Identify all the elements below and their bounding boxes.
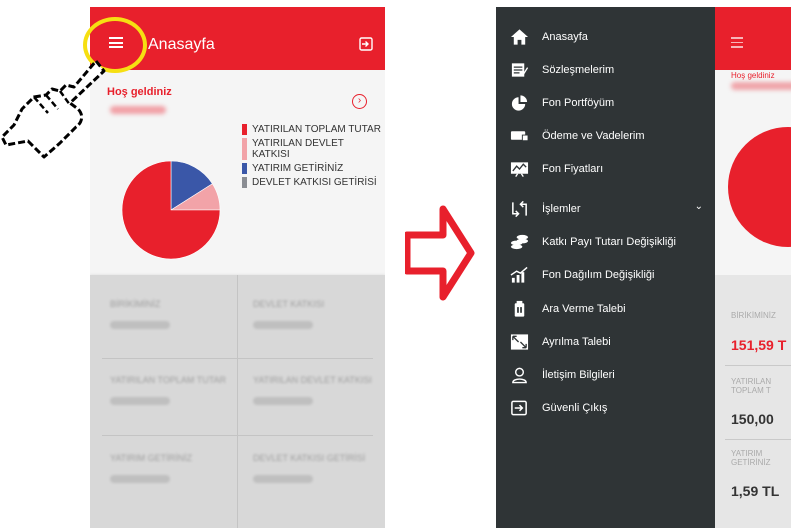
menu-label: Ara Verme Talebi xyxy=(542,303,626,315)
stat-cell: YATIRIM GETİRİNİZ xyxy=(110,453,240,483)
menu-item-katki-payi[interactable]: Katkı Payı Tutarı Değişikliği xyxy=(496,226,715,258)
menu-item-fon-portfoyum[interactable]: Fon Portföyüm xyxy=(496,87,715,119)
stat-label: BİRİKİMİNİZ xyxy=(731,311,776,320)
menu-item-guvenli-cikis[interactable]: Güvenli Çıkış xyxy=(496,392,715,424)
legend-item: YATIRILAN DEVLET KATKISI xyxy=(242,138,382,160)
legend-item: YATIRIM GETİRİNİZ xyxy=(242,163,382,174)
navigation-drawer: Anasayfa Sözleşmelerim Fon Portföyüm Öde… xyxy=(496,7,715,528)
home-icon xyxy=(510,29,529,45)
stat-label: YATIRIM GETİRİNİZ xyxy=(731,449,771,467)
leave-icon xyxy=(510,334,529,350)
menu-label: İşlemler xyxy=(542,203,581,215)
stat-cell: YATIRILAN DEVLET KATKISI xyxy=(253,375,383,405)
user-name-blurred xyxy=(731,82,791,90)
menu-label: Fon Portföyüm xyxy=(542,97,615,109)
stat-cell: YATIRILAN TOPLAM TUTAR xyxy=(110,375,240,405)
menu-item-anasayfa[interactable]: Anasayfa xyxy=(496,21,715,53)
stat-label: YATIRILAN TOPLAM T xyxy=(731,377,772,395)
menu-label: Fon Dağılım Değişikliği xyxy=(542,269,655,281)
menu-item-ara-verme[interactable]: Ara Verme Talebi xyxy=(496,293,715,325)
chevron-down-icon[interactable]: ⌄ xyxy=(695,201,703,212)
stat-cell: BİRİKİMİNİZ xyxy=(110,299,240,329)
logout-icon xyxy=(511,400,527,416)
legend-swatch xyxy=(242,138,247,160)
menu-label: Fon Fiyatları xyxy=(542,163,604,175)
stat-cell: DEVLET KATKISI xyxy=(253,299,383,329)
coins-icon xyxy=(510,234,529,250)
distribution-icon xyxy=(510,266,528,283)
top-app-bar xyxy=(715,7,791,70)
legend-swatch xyxy=(242,163,247,174)
contract-icon xyxy=(511,63,529,77)
welcome-panel: Hoş geldiniz › YATIRILAN TOPLAM TUTAR YA… xyxy=(90,70,385,275)
stat-value: 1,59 TL xyxy=(731,483,780,499)
menu-item-fon-fiyatlari[interactable]: Fon Fiyatları xyxy=(496,153,715,185)
menu-item-islemler[interactable]: İşlemler ⌄ xyxy=(496,193,715,225)
stat-value: 151,59 T xyxy=(731,337,787,353)
hamburger-menu-icon[interactable] xyxy=(731,37,743,48)
pointing-hand-icon xyxy=(0,59,106,159)
home-screen: Anasayfa Hoş geldiniz › YATIRILAN TOPLAM… xyxy=(90,7,385,528)
welcome-text: Hoş geldiniz xyxy=(731,71,775,80)
stat-value: 150,00 xyxy=(731,411,774,427)
menu-item-sozlesmelerim[interactable]: Sözleşmelerim xyxy=(496,54,715,86)
portfolio-pie-icon xyxy=(511,95,528,111)
menu-item-ayrilma[interactable]: Ayrılma Talebi xyxy=(496,326,715,358)
logout-icon[interactable] xyxy=(359,37,373,51)
payment-icon xyxy=(510,131,529,142)
page-title: Anasayfa xyxy=(148,36,215,53)
price-chart-icon xyxy=(510,162,529,177)
menu-label: İletişim Bilgileri xyxy=(542,369,615,381)
menu-label: Ayrılma Talebi xyxy=(542,336,611,348)
menu-label: Anasayfa xyxy=(542,31,588,43)
menu-label: Katkı Payı Tutarı Değişikliği xyxy=(542,236,676,248)
menu-label: Sözleşmelerim xyxy=(542,64,615,76)
menu-item-fon-dagilim[interactable]: Fon Dağılım Değişikliği xyxy=(496,259,715,291)
contact-icon xyxy=(512,367,527,384)
chart-legend: YATIRILAN TOPLAM TUTAR YATIRILAN DEVLET … xyxy=(242,124,382,191)
divider xyxy=(237,275,238,528)
transition-arrow-icon xyxy=(405,205,475,301)
menu-label: Ödeme ve Vadelerim xyxy=(542,130,645,142)
legend-item: YATIRILAN TOPLAM TUTAR xyxy=(242,124,382,135)
menu-item-iletisim[interactable]: İletişim Bilgileri xyxy=(496,359,715,391)
stat-cell: DEVLET KATKISI GETİRİSİ xyxy=(253,453,383,483)
home-screen-behind: Hoş geldiniz BİRİKİMİNİZ 151,59 T YATIRI… xyxy=(715,7,791,528)
transactions-icon xyxy=(512,200,527,218)
legend-swatch xyxy=(242,124,247,135)
divider xyxy=(725,365,791,366)
user-name-blurred xyxy=(110,106,166,114)
legend-item: DEVLET KATKISI GETİRİSİ xyxy=(242,177,382,188)
menu-screen: Hoş geldiniz BİRİKİMİNİZ 151,59 T YATIRI… xyxy=(496,7,791,528)
divider xyxy=(725,439,791,440)
legend-swatch xyxy=(242,177,247,188)
portfolio-pie-chart xyxy=(121,160,221,260)
menu-item-odeme-ve-vadelerim[interactable]: Ödeme ve Vadelerim xyxy=(496,120,715,152)
pause-icon xyxy=(514,300,525,317)
menu-label: Güvenli Çıkış xyxy=(542,402,608,414)
welcome-text: Hoş geldiniz xyxy=(107,86,172,98)
details-arrow-icon[interactable]: › xyxy=(352,94,367,109)
